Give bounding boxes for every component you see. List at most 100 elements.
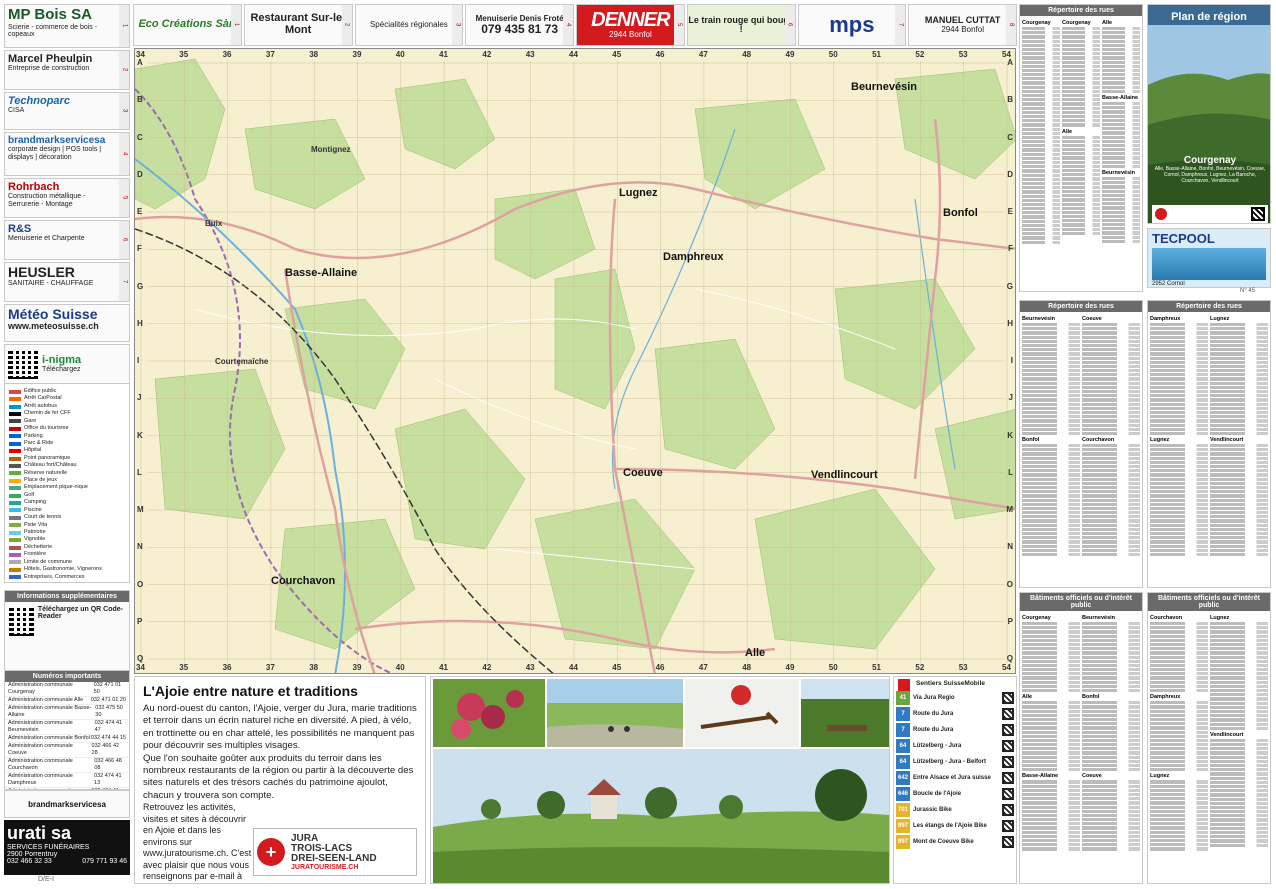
buildings-entry	[1210, 835, 1268, 839]
buildings-entry	[1210, 655, 1268, 659]
ad-tecpool[interactable]: TECPOOL 2952 Cornol	[1147, 228, 1271, 288]
index-entry	[1102, 239, 1140, 243]
index-entry	[1150, 394, 1208, 398]
ad-num: 4	[119, 133, 129, 175]
place-label[interactable]: Lugnez	[619, 187, 658, 199]
buildings-entry	[1082, 717, 1140, 722]
index-columns: Beurnevésin Bonfol Coeuve Courchavon	[1020, 312, 1142, 559]
ad-denner[interactable]: DENNER 2944 Bonfol 5	[576, 4, 685, 46]
ad-urati[interactable]: urati sa SERVICES FUNÉRAIRES 2900 Porren…	[4, 820, 130, 875]
index-entry	[1022, 406, 1080, 410]
buildings-entry	[1022, 751, 1080, 755]
index-entry	[1150, 506, 1208, 511]
legend-label: Court de tennis	[24, 514, 62, 521]
index-entry	[1062, 135, 1100, 139]
ad-specialites[interactable]: Spécialités régionales 3	[354, 4, 464, 46]
buildings-entry	[1150, 822, 1208, 826]
index-entry	[1062, 81, 1100, 85]
grid-number: 44	[569, 50, 578, 59]
grid-letter: E	[137, 207, 143, 216]
ad-mps[interactable]: mps 7	[797, 4, 907, 46]
jura-tourisme-logo[interactable]: + JURA TROIS-LACS DREI-SEEN-LAND JURATOU…	[253, 828, 417, 876]
ad-rs[interactable]: R&S Menuiserie et Charpente 6	[4, 220, 130, 260]
index-entry	[1022, 339, 1080, 343]
index-entry	[1150, 331, 1208, 335]
place-label[interactable]: Beurnevésin	[851, 81, 917, 93]
route-item[interactable]: 64 Lützelberg - Jura - Belfort	[894, 754, 1016, 770]
ad-restaurant[interactable]: Restaurant Sur-le-Mont 2	[243, 4, 353, 46]
index-entry	[1082, 536, 1140, 540]
index-entry	[1022, 181, 1060, 186]
legend-swatch	[9, 538, 21, 543]
number-label: Administration communale Courgenay	[8, 682, 73, 695]
place-label[interactable]: Alle	[745, 647, 765, 659]
route-item[interactable]: 642 Entre Alsace et Jura suisse	[894, 770, 1016, 786]
ad-brandmark[interactable]: brandmarkservicesa corporate design | PO…	[4, 132, 130, 176]
index-entry	[1150, 452, 1208, 456]
index-entry	[1062, 73, 1100, 77]
place-label[interactable]: Vendlincourt	[811, 469, 878, 481]
ad-menuiserie-frote[interactable]: Menuiserie Denis Froté 079 435 81 73 4	[465, 4, 574, 46]
route-item[interactable]: 997 Mont de Coeuve Bike	[894, 834, 1016, 850]
place-label[interactable]: Buix	[205, 219, 222, 228]
grid-letter: Q	[137, 654, 144, 663]
ad-rohrbach[interactable]: Rohrbach Construction métallique - Serru…	[4, 178, 130, 218]
ad-meteosuisse[interactable]: Météo Suisse www.meteosuisse.ch	[4, 304, 130, 342]
buildings-entry	[1082, 730, 1140, 734]
index-entry	[1150, 469, 1208, 473]
place-label[interactable]: Basse-Allaine	[285, 267, 357, 279]
qr-code-icon	[1002, 772, 1014, 784]
index-entry	[1082, 381, 1140, 385]
index-entry	[1022, 68, 1060, 73]
buildings-entry	[1150, 797, 1208, 801]
ad-eco-creations[interactable]: Eco Créations Sàrl 1	[133, 4, 242, 46]
route-item[interactable]: 64 Lützelberg - Jura	[894, 738, 1016, 754]
index-col: Beurnevésin Bonfol	[1022, 314, 1080, 557]
place-label[interactable]: Bonfol	[943, 207, 978, 219]
index-entry	[1102, 189, 1140, 193]
buildings-entry	[1150, 713, 1208, 717]
index-entry	[1022, 427, 1080, 431]
index-entry	[1150, 364, 1208, 369]
grid-letter: G	[137, 281, 144, 291]
buildings-entry	[1210, 647, 1268, 651]
index-entry	[1150, 465, 1208, 469]
ad-train-rouge[interactable]: Le train rouge qui bouge ! 6	[686, 4, 796, 46]
ad-heusler[interactable]: HEUSLER SANITAIRE - CHAUFFAGE 7	[4, 262, 130, 302]
place-label[interactable]: Montignez	[311, 145, 351, 154]
buildings-entry	[1082, 843, 1140, 847]
place-label[interactable]: Damphreux	[663, 251, 724, 263]
index-entry	[1062, 143, 1100, 148]
ad-brandmark-footer[interactable]: brandmarkservicesa	[4, 790, 130, 818]
photo-bench	[801, 679, 889, 747]
ad-manuel-cuttat[interactable]: MANUEL CUTTAT 2944 Bonfol 8	[908, 4, 1017, 46]
route-item[interactable]: 646 Boucle de l'Ajoie	[894, 786, 1016, 802]
ad-sub: Téléchargez	[42, 366, 81, 374]
legend-item: Place de jeux	[9, 477, 125, 484]
route-item[interactable]: 7 Route du Jura	[894, 706, 1016, 722]
route-item[interactable]: 41 Via Jura Regio	[894, 690, 1016, 706]
index-entry	[1102, 52, 1140, 56]
route-item[interactable]: 701 Jurassic Bike	[894, 802, 1016, 818]
buildings-entry	[1022, 717, 1080, 722]
index-entry	[1022, 73, 1060, 77]
buildings-entry	[1082, 826, 1140, 830]
place-label[interactable]: Coeuve	[623, 467, 663, 479]
ad-technoparc[interactable]: Technoparc CISA 3	[4, 92, 130, 130]
place-label[interactable]: Courtemaîche	[215, 357, 268, 366]
ad-mp-bois[interactable]: MP Bois SA Scierie - commerce de bois - …	[4, 4, 130, 48]
index-entry	[1210, 481, 1268, 485]
ad-pheulpin[interactable]: Marcel Pheulpin Entreprise de constructi…	[4, 50, 130, 90]
ad-inigma[interactable]: i-nigma Téléchargez	[4, 344, 130, 384]
route-item[interactable]: 7 Route du Jura	[894, 722, 1016, 738]
place-label[interactable]: Courchavon	[271, 575, 335, 587]
grid-letter: C	[137, 132, 143, 142]
route-item[interactable]: 997 Les étangs de l'Ajoie Bike	[894, 818, 1016, 834]
index-columns: Courgenay Courgenay Alle Alle Basse-Allain…	[1020, 16, 1142, 247]
buildings-entry	[1210, 638, 1268, 642]
grid-letter: C	[1007, 132, 1013, 142]
qr-code-icon	[1251, 207, 1265, 221]
buildings-entry	[1210, 626, 1268, 630]
buildings-entry	[1082, 743, 1140, 747]
region-map[interactable]: 34 34 35 35 36 36 37 37 38 38 39 39 40 40 41 41 42 42 43 43…	[134, 48, 1016, 674]
